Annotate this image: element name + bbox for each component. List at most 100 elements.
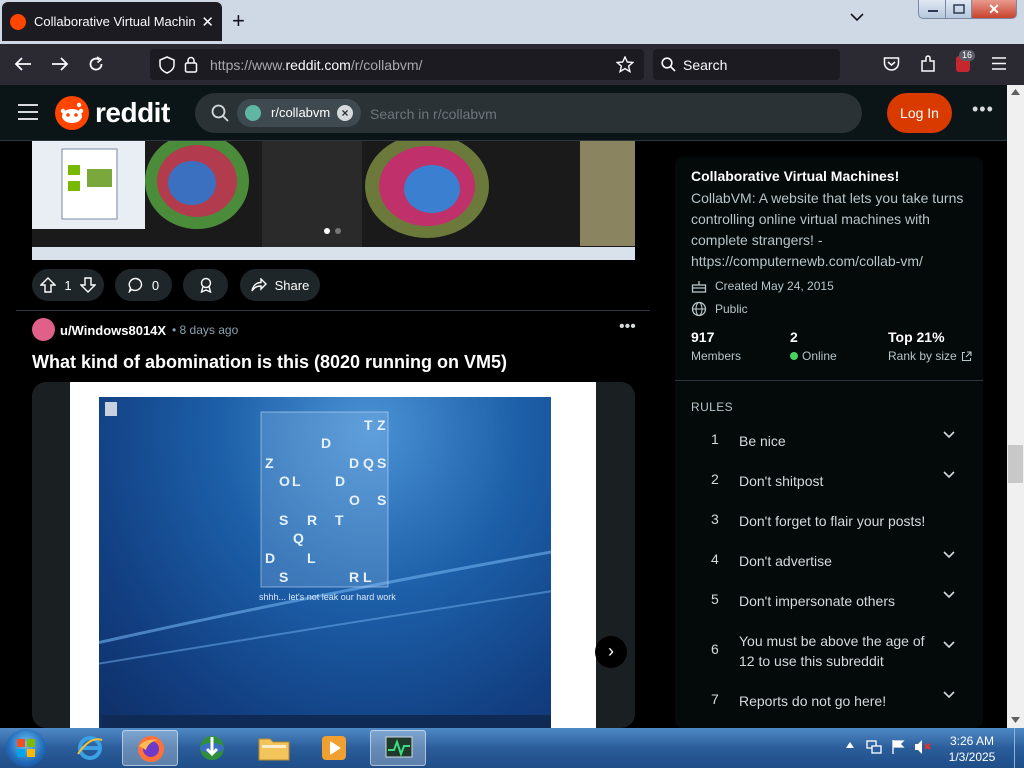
rule-item[interactable]: 6 You must be above the age of 12 to use… [675,619,983,669]
award-button[interactable] [183,269,228,301]
new-tab-button[interactable]: + [232,10,245,32]
reload-icon[interactable] [88,56,104,72]
comments-button[interactable]: 0 [115,269,172,301]
gallery-next-button[interactable]: › [595,636,627,668]
bookmark-star-icon[interactable] [616,56,634,73]
rule-text: Don't shitpost [739,473,824,489]
hamburger-menu-icon[interactable] [992,57,1006,70]
window-minimize-button[interactable] [918,0,946,19]
external-link-icon[interactable] [961,350,972,362]
chevron-down-icon[interactable] [943,431,955,439]
visibility-label: Public [715,302,748,316]
community-filter-chip[interactable]: r/collabvm × [237,99,361,127]
reddit-search-bar[interactable]: r/collabvm × Search in r/collabvm [195,93,862,133]
rank-stat[interactable]: Top 21% Rank by size [888,329,972,363]
reddit-menu-icon[interactable] [18,104,38,120]
rule-item[interactable]: 3 Don't forget to flair your posts! [675,499,983,539]
share-button[interactable]: Share [240,269,320,301]
rule-text: Don't forget to flair your posts! [739,513,926,529]
chevron-down-icon[interactable] [943,641,955,649]
network-icon[interactable] [866,739,882,755]
post-media-gallery[interactable]: T Z D Z D Q S O L D O S S R T Q D L S R … [32,382,635,728]
system-clock[interactable]: 3:26 AM 1/3/2025 [938,733,1006,765]
post-image[interactable]: T Z D Z D Q S O L D O S S R T Q D L S R … [70,382,596,728]
start-button[interactable] [6,729,46,767]
task-manager-icon[interactable] [370,730,426,766]
rule-item[interactable]: 7 Reports do not go here! [675,679,983,719]
screen-letter: Z [265,455,274,471]
action-center-flag-icon[interactable] [891,739,905,755]
browser-nav-bar: https://www.reddit.com/r/collabvm/ Searc… [0,44,1024,85]
scrollbar-thumb[interactable] [1008,445,1023,483]
screen-letter: O [279,473,290,489]
created-date: Created May 24, 2015 [715,279,834,293]
post-more-options-icon[interactable]: ••• [619,318,636,336]
chevron-down-icon[interactable] [943,471,955,479]
window-close-button[interactable]: ✕ [971,0,1017,19]
rules-heading: RULES [691,400,734,414]
screen-letter: S [377,492,387,508]
chevron-down-icon[interactable] [943,691,955,699]
online-label: Online [802,349,837,363]
community-sidebar: Collaborative Virtual Machines! CollabVM… [675,157,983,728]
rule-item[interactable]: 5 Don't impersonate others [675,579,983,619]
members-count: 917 [691,329,715,345]
post-title[interactable]: What kind of abomination is this (8020 r… [32,352,507,373]
post-media-image[interactable] [32,141,635,260]
screen-letter: S [279,512,289,528]
browser-tab[interactable]: Collaborative Virtual Machines! ✕ [2,2,222,41]
address-bar[interactable]: https://www.reddit.com/r/collabvm/ [150,49,644,80]
rule-number: 2 [711,471,719,487]
reddit-logo-icon[interactable] [55,96,89,130]
reddit-wordmark[interactable]: reddit [95,97,170,129]
screen-letter: D [321,435,332,451]
lock-icon[interactable] [184,56,198,73]
download-manager-icon[interactable] [184,730,240,766]
community-description: CollabVM: A website that lets you take t… [691,190,964,269]
window-maximize-button[interactable] [945,0,972,19]
vm-screenshot: T Z D Z D Q S O L D O S S R T Q D L S R … [99,397,551,728]
rule-item[interactable]: 1 Be nice [675,419,983,459]
pocket-icon[interactable] [883,56,900,72]
show-hidden-icons-icon[interactable] [846,742,854,748]
browser-search-box[interactable]: Search [653,49,840,80]
url-path: /r/collabvm/ [350,57,423,73]
rule-item[interactable]: 2 Don't shitpost [675,459,983,499]
volume-muted-icon[interactable] [914,739,932,755]
file-explorer-icon[interactable] [246,730,302,766]
post-header: u/Windows8014X • 8 days ago ••• [32,318,636,341]
media-player-icon[interactable] [306,730,362,766]
shield-icon[interactable] [159,56,175,74]
chevron-down-icon[interactable] [943,551,955,559]
extensions-icon[interactable] [920,55,937,73]
back-arrow-icon[interactable] [14,56,32,72]
screen-letter: D [335,473,346,489]
url-prefix: https://www. [210,57,286,73]
url-text: https://www.reddit.com/r/collabvm/ [210,57,422,73]
screen-letter: T [364,417,373,433]
firefox-icon[interactable] [122,730,178,766]
community-chip-label: r/collabvm [271,105,331,120]
page-scrollbar[interactable] [1007,85,1024,728]
post-divider [16,310,650,311]
vote-count: 1 [64,277,72,293]
upvote-icon[interactable] [40,277,57,293]
remove-chip-icon[interactable]: × [337,105,353,121]
tab-close-icon[interactable]: ✕ [201,13,214,31]
post-username[interactable]: u/Windows8014X [60,323,166,338]
more-options-icon[interactable]: ••• [972,99,994,120]
user-avatar[interactable] [32,318,55,341]
chevron-down-icon[interactable] [943,591,955,599]
downvote-icon[interactable] [79,277,96,293]
internet-explorer-icon[interactable] [62,730,118,766]
visibility-row: Public [691,301,748,317]
screen-letter: L [307,550,316,566]
show-desktop-button[interactable] [1014,728,1024,768]
rule-text: Don't impersonate others [739,593,895,609]
tab-list-chevron-icon[interactable] [850,12,864,22]
login-button[interactable]: Log In [887,93,952,133]
created-row: Created May 24, 2015 [691,279,834,293]
rule-item[interactable]: 4 Don't advertise [675,539,983,579]
rule-text: You must be above the age of 12 to use t… [739,633,925,669]
forward-arrow-icon[interactable] [51,56,69,72]
